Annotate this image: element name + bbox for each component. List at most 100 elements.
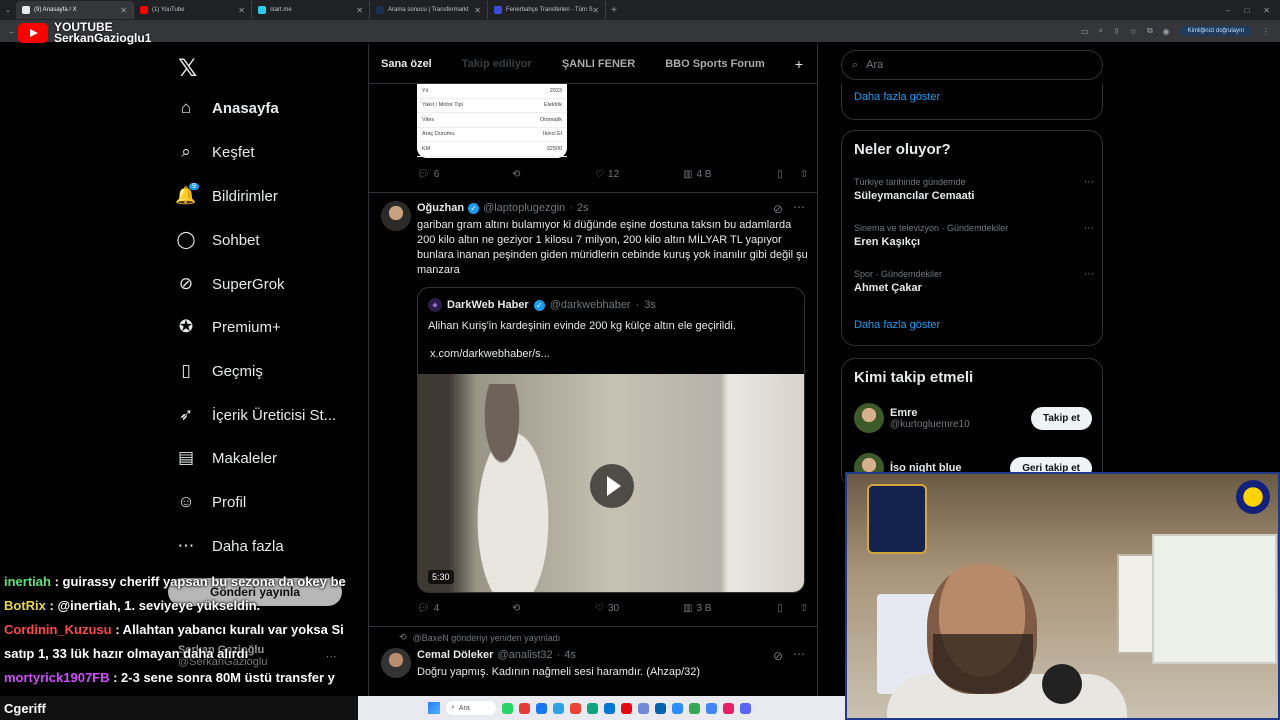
repost-button[interactable]: ⟲ xyxy=(512,603,595,614)
bookmark-button[interactable]: ▯ xyxy=(777,603,800,614)
close-tab-icon[interactable]: ✕ xyxy=(356,6,363,15)
close-tab-icon[interactable]: ✕ xyxy=(120,6,127,15)
taskbar-app-icon[interactable] xyxy=(655,702,666,714)
trend-item[interactable]: Türkiye tarihinde gündemde Süleymancılar … xyxy=(854,177,1094,202)
extensions-icon[interactable]: ⧉ xyxy=(1147,26,1153,36)
nav-item-bell[interactable]: 🔔 Bildirimler 9 xyxy=(175,183,278,206)
screen-cast-icon[interactable]: ▭ xyxy=(1081,27,1089,36)
back-icon[interactable]: ← xyxy=(0,27,16,36)
nav-item-home[interactable]: ⌂ Anasayfa xyxy=(176,98,279,118)
taskbar-app-icon[interactable] xyxy=(536,702,547,714)
search-input[interactable]: ⌕ Ara xyxy=(841,50,1103,80)
tab-sanli-fener[interactable]: ŞANLI FENER xyxy=(562,58,635,70)
close-tab-icon[interactable]: ✕ xyxy=(238,6,245,15)
new-tab-button[interactable]: + xyxy=(606,5,622,16)
x-logo-icon[interactable]: 𝕏 xyxy=(178,54,197,83)
browser-tab[interactable]: (9) Anasayfa / X ✕ xyxy=(16,1,134,19)
repost-button[interactable]: ⟲ xyxy=(512,169,595,180)
like-button[interactable]: ♡ 12 xyxy=(595,169,683,180)
quoted-post[interactable]: ◈ DarkWeb Haber ✓ @darkwebhaber · 3s Ali… xyxy=(417,287,805,593)
taskbar-app-icon[interactable] xyxy=(553,702,564,714)
video-player[interactable]: 5:30 xyxy=(418,374,804,592)
bookmark-button[interactable]: ▯ xyxy=(777,169,800,180)
author-name[interactable]: Oğuzhan xyxy=(417,202,464,214)
browser-tab[interactable]: Fenerbahçe Transferleri - Tüm S ✕ xyxy=(488,1,606,19)
taskbar-app-icon[interactable] xyxy=(604,702,615,714)
share-button[interactable]: ⇧ xyxy=(800,603,808,614)
add-tab-icon[interactable]: + xyxy=(795,56,803,72)
nav-item-article[interactable]: ▤ Makaleler xyxy=(176,448,277,468)
taskbar-app-icon[interactable] xyxy=(689,702,700,714)
maximize-icon[interactable]: □ xyxy=(1244,6,1249,15)
taskbar-app-icon[interactable] xyxy=(638,702,649,714)
post-time[interactable]: 4s xyxy=(564,649,576,661)
quoted-link[interactable]: x.com/darkwebhaber/s... xyxy=(430,348,550,360)
trend-more-icon[interactable]: ⋯ xyxy=(1084,177,1094,188)
taskbar-app-icon[interactable] xyxy=(502,702,513,714)
browser-tab[interactable]: Arama sonucu | Transfermarkt ✕ xyxy=(370,1,488,19)
browser-tab[interactable]: (1) YouTube ✕ xyxy=(134,1,252,19)
grok-icon[interactable]: ⊘ xyxy=(773,202,784,216)
trend-more-icon[interactable]: ⋯ xyxy=(1084,269,1094,280)
play-icon[interactable] xyxy=(590,464,634,508)
author-name[interactable]: Cemal Döleker xyxy=(417,649,493,661)
browser-tab[interactable]: start.me ✕ xyxy=(252,1,370,19)
post-more-icon[interactable]: ⋯ xyxy=(793,200,806,214)
reply-button[interactable]: 💬︎ 4 xyxy=(417,603,512,614)
follow-button[interactable]: Takip et xyxy=(1030,406,1092,430)
star-icon[interactable]: ☆ xyxy=(1130,27,1137,36)
share-icon[interactable]: ⇪ xyxy=(1113,27,1120,36)
share-button[interactable]: ⇧ xyxy=(800,169,808,180)
verify-identity-button[interactable]: Kimliğinizi doğrulayın xyxy=(1179,26,1252,36)
nav-item-search[interactable]: ⌕ Keşfet xyxy=(176,142,254,162)
nav-item-grok[interactable]: ⊘ SuperGrok xyxy=(176,274,285,294)
tab-bbo-sports-forum[interactable]: BBO Sports Forum xyxy=(665,58,765,70)
taskbar-app-icon[interactable] xyxy=(621,702,632,714)
taskbar-app-icon[interactable] xyxy=(672,702,683,714)
close-tab-icon[interactable]: ✕ xyxy=(592,6,599,15)
trend-more-icon[interactable]: ⋯ xyxy=(1084,223,1094,234)
post-more-icon[interactable]: ⋯ xyxy=(793,647,806,661)
tab-following[interactable]: Takip ediliyor xyxy=(462,58,532,70)
nav-item-more-circle[interactable]: ⋯ Daha fazla xyxy=(176,536,284,556)
car-details-card[interactable]: Yıl 2023 Yakıt / Motor Tipi Elektrik Vites Ot… xyxy=(417,84,567,158)
zoom-icon[interactable]: ⌕ xyxy=(1099,26,1103,36)
grok-icon[interactable]: ⊘ xyxy=(773,649,784,663)
author-handle[interactable]: @laptoplugezgin xyxy=(483,202,565,214)
nav-item-rocket[interactable]: ➶ İçerik Üreticisi St... xyxy=(176,405,336,425)
tab-search-icon[interactable]: ⌄ xyxy=(0,7,16,14)
taskbar-app-icon[interactable] xyxy=(587,702,598,714)
close-window-icon[interactable]: ✕ xyxy=(1263,6,1270,15)
tab-for-you[interactable]: Sana özel xyxy=(381,58,432,70)
show-more-link[interactable]: Daha fazla göster xyxy=(854,319,940,331)
trend-item[interactable]: Spor · Gündemdekiler Ahmet Çakar ⋯ xyxy=(854,269,1094,294)
avatar[interactable] xyxy=(854,403,884,433)
nav-item-premium[interactable]: ✪ Premium+ xyxy=(176,317,281,337)
taskbar-app-icon[interactable] xyxy=(723,702,734,714)
trend-item[interactable]: Sinema ve televizyon · Gündemdekiler Eren… xyxy=(854,223,1094,248)
author-handle[interactable]: @analist32 xyxy=(497,649,552,661)
avatar[interactable] xyxy=(381,201,411,231)
like-button[interactable]: ♡ 30 xyxy=(595,603,683,614)
account-more-icon[interactable]: ⋯ xyxy=(325,650,336,663)
taskbar-app-icon[interactable] xyxy=(570,702,581,714)
nav-item-chat[interactable]: ◯ Sohbet xyxy=(176,230,259,250)
taskbar-app-icon[interactable] xyxy=(740,702,751,714)
show-more-link[interactable]: Daha fazla göster xyxy=(854,91,940,103)
minimize-icon[interactable]: – xyxy=(1226,6,1230,15)
nav-item-profile[interactable]: ☺ Profil xyxy=(176,492,246,512)
reply-button[interactable]: 💬︎ 6 xyxy=(417,169,512,180)
views-button[interactable]: ▥ 3 B xyxy=(683,603,777,614)
taskbar-app-icon[interactable] xyxy=(519,702,530,714)
taskbar-search[interactable]: ⌕ Ara xyxy=(446,701,496,715)
post-time[interactable]: 2s xyxy=(577,202,589,214)
avatar[interactable] xyxy=(381,648,411,678)
profile-icon[interactable]: ◉ xyxy=(1163,27,1170,36)
nav-item-bookmark[interactable]: ▯ Geçmiş xyxy=(176,361,263,381)
views-button[interactable]: ▥ 4 B xyxy=(683,169,777,180)
close-tab-icon[interactable]: ✕ xyxy=(474,6,481,15)
windows-start-icon[interactable] xyxy=(428,702,440,714)
follow-suggestion[interactable]: Emre @kurtogluemre10 Takip et xyxy=(854,403,1092,433)
taskbar-app-icon[interactable] xyxy=(706,702,717,714)
menu-icon[interactable]: ⋮ xyxy=(1262,27,1270,36)
